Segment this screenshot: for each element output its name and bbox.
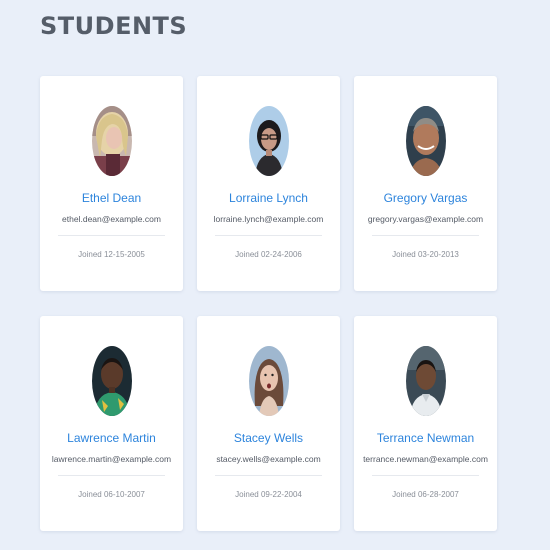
- student-avatar: [405, 106, 446, 176]
- card-divider: [372, 475, 479, 476]
- student-email: lorraine.lynch@example.com: [213, 214, 324, 224]
- student-card[interactable]: Lorraine Lynch lorraine.lynch@example.co…: [197, 76, 340, 291]
- student-avatar: [248, 346, 289, 416]
- card-divider: [58, 235, 165, 236]
- students-page: STUDENTS Ethel Dean ethel.dean@example.c…: [0, 0, 550, 550]
- student-joined-date: Joined 12-15-2005: [78, 250, 145, 259]
- student-avatar: [248, 106, 289, 176]
- student-joined-date: Joined 02-24-2006: [235, 250, 302, 259]
- student-email: stacey.wells@example.com: [216, 454, 321, 464]
- student-joined-date: Joined 09-22-2004: [235, 490, 302, 499]
- student-card[interactable]: Ethel Dean ethel.dean@example.com Joined…: [40, 76, 183, 291]
- student-photo-icon: [405, 346, 446, 416]
- card-divider: [372, 235, 479, 236]
- student-email: ethel.dean@example.com: [62, 214, 161, 224]
- student-card[interactable]: Terrance Newman terrance.newman@example.…: [354, 316, 497, 531]
- student-photo-icon: [405, 106, 446, 176]
- student-name[interactable]: Lorraine Lynch: [197, 190, 340, 206]
- student-name[interactable]: Lawrence Martin: [40, 430, 183, 446]
- student-card-grid: Ethel Dean ethel.dean@example.com Joined…: [40, 76, 497, 531]
- student-avatar: [405, 346, 446, 416]
- student-name[interactable]: Terrance Newman: [354, 430, 497, 446]
- card-divider: [215, 475, 322, 476]
- page-title: STUDENTS: [40, 12, 188, 40]
- student-avatar: [91, 106, 132, 176]
- student-photo-icon: [91, 346, 132, 416]
- student-joined-date: Joined 06-10-2007: [78, 490, 145, 499]
- student-name[interactable]: Ethel Dean: [40, 190, 183, 206]
- student-name[interactable]: Gregory Vargas: [354, 190, 497, 206]
- student-card[interactable]: Gregory Vargas gregory.vargas@example.co…: [354, 76, 497, 291]
- student-email: lawrence.martin@example.com: [51, 454, 172, 464]
- student-photo-icon: [248, 106, 289, 176]
- student-joined-date: Joined 06-28-2007: [392, 490, 459, 499]
- card-divider: [215, 235, 322, 236]
- student-avatar: [91, 346, 132, 416]
- card-divider: [58, 475, 165, 476]
- student-card[interactable]: Stacey Wells stacey.wells@example.com Jo…: [197, 316, 340, 531]
- student-joined-date: Joined 03-20-2013: [392, 250, 459, 259]
- student-photo-icon: [248, 346, 289, 416]
- student-email: terrance.newman@example.com: [363, 454, 488, 464]
- student-email: gregory.vargas@example.com: [367, 214, 484, 224]
- student-photo-icon: [91, 106, 132, 176]
- student-card[interactable]: Lawrence Martin lawrence.martin@example.…: [40, 316, 183, 531]
- student-name[interactable]: Stacey Wells: [197, 430, 340, 446]
